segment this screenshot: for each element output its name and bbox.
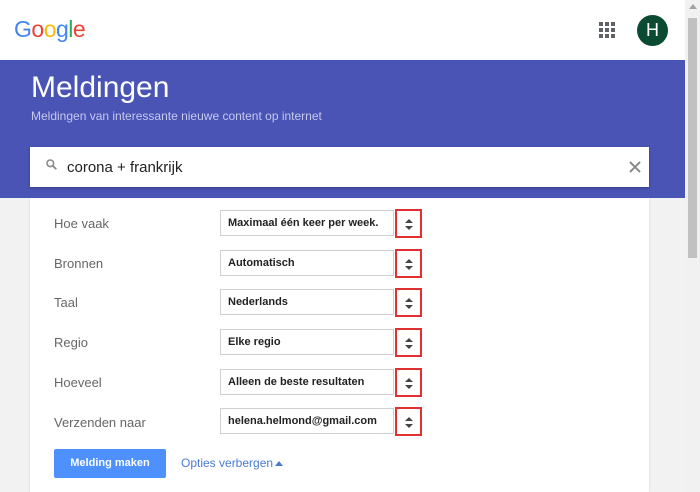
page-subtitle: Meldingen van interessante nieuwe conten… [31, 109, 322, 123]
search-icon [46, 159, 57, 170]
label-how-many: Hoeveel [54, 375, 102, 390]
scrollbar-thumb[interactable] [688, 18, 697, 258]
logo-letter: G [14, 16, 32, 42]
label-language: Taal [54, 295, 78, 310]
caret-up-icon [405, 338, 413, 342]
how-many-select[interactable]: Alleen de beste resultaten [220, 369, 394, 395]
label-frequency: Hoe vaak [54, 216, 109, 231]
logo-letter: g [55, 16, 69, 42]
caret-down-icon [405, 305, 413, 309]
caret-down-icon [405, 424, 413, 428]
label-region: Regio [54, 335, 88, 350]
select-value: helena.helmond@gmail.com [228, 415, 377, 427]
label-deliver-to: Verzenden naar [54, 415, 146, 430]
avatar[interactable]: H [637, 15, 668, 46]
search-input[interactable] [67, 147, 617, 187]
language-select[interactable]: Nederlands [220, 289, 394, 315]
caret-up-icon [405, 298, 413, 302]
google-logo[interactable]: Google [14, 16, 86, 43]
select-value: Automatisch [228, 257, 295, 269]
caret-down-icon [405, 385, 413, 389]
caret-down-icon [405, 345, 413, 349]
frequency-select-arrow[interactable] [395, 209, 422, 238]
deliver-to-select-arrow[interactable] [395, 407, 422, 436]
scroll-up-arrow-icon[interactable] [689, 4, 697, 9]
caret-down-icon [405, 226, 413, 230]
caret-up-icon [405, 378, 413, 382]
how-many-select-arrow[interactable] [395, 368, 422, 397]
hide-options-link[interactable]: Opties verbergen [181, 456, 273, 470]
logo-letter: e [72, 16, 86, 42]
caret-up-icon [405, 417, 413, 421]
frequency-select[interactable]: Maximaal één keer per week. [220, 210, 394, 236]
caret-up-icon [405, 219, 413, 223]
select-value: Maximaal één keer per week. [228, 217, 379, 229]
caret-up-icon [405, 259, 413, 263]
logo-letter: o [43, 16, 57, 42]
select-value: Alleen de beste resultaten [228, 376, 365, 388]
region-select[interactable]: Elke regio [220, 329, 394, 355]
apps-grid-icon[interactable] [599, 22, 615, 38]
caret-down-icon [405, 266, 413, 270]
top-bar: Google H [0, 0, 685, 60]
sources-select-arrow[interactable] [395, 249, 422, 278]
select-value: Elke regio [228, 336, 281, 348]
close-icon[interactable] [627, 159, 643, 175]
region-select-arrow[interactable] [395, 328, 422, 357]
language-select-arrow[interactable] [395, 288, 422, 317]
logo-letter: o [31, 16, 44, 42]
deliver-to-select[interactable]: helena.helmond@gmail.com [220, 408, 394, 434]
select-value: Nederlands [228, 296, 288, 308]
sources-select[interactable]: Automatisch [220, 250, 394, 276]
caret-up-icon[interactable] [275, 461, 283, 466]
label-sources: Bronnen [54, 256, 104, 271]
page-title: Meldingen [31, 71, 170, 104]
search-box [30, 147, 649, 187]
create-alert-button[interactable]: Melding maken [54, 449, 166, 478]
